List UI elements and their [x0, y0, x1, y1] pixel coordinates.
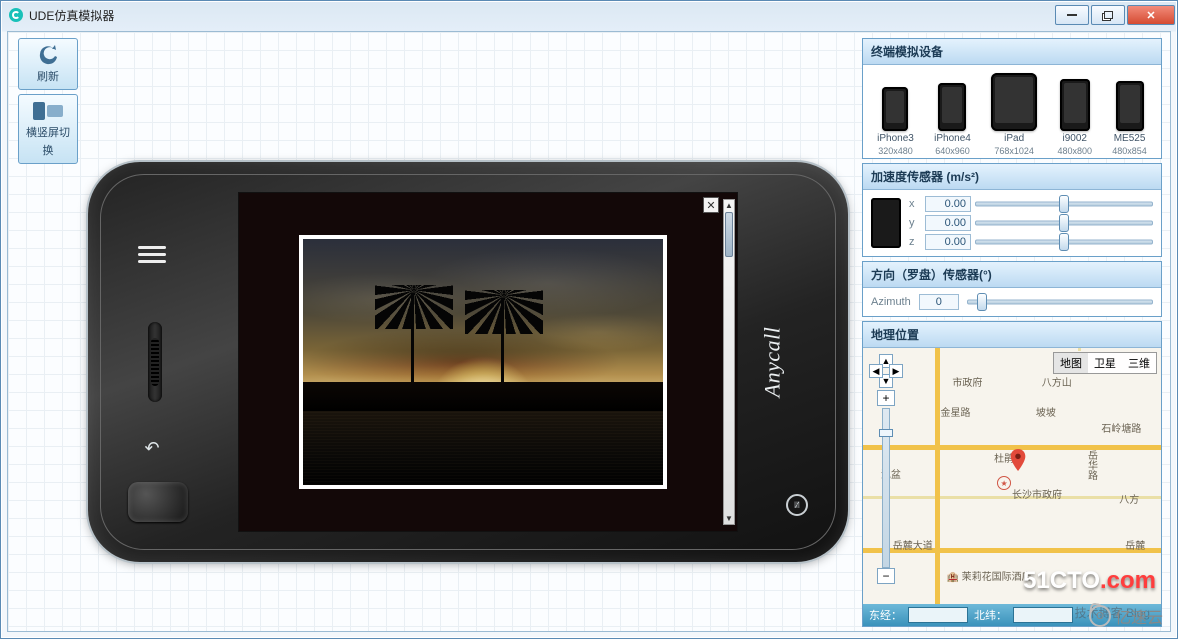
device-label: iPhone3	[877, 133, 914, 144]
map-label: 坡坡	[1036, 404, 1056, 419]
compass-pane: 方向（罗盘）传感器(°) Azimuth 0	[862, 261, 1162, 317]
device-i9002[interactable]: i9002 480x800	[1057, 79, 1092, 156]
window-minimize-button[interactable]	[1055, 5, 1089, 25]
tablet-icon	[991, 73, 1037, 131]
device-ipad[interactable]: iPad 768x1024	[991, 73, 1037, 156]
map-canvas[interactable]: 金星路 坡坡 石岭塘路 杜鹃路 泥盆 岳华路 岳麓大道 岳麓 市政府 八方山 八…	[863, 348, 1161, 604]
zoom-out-button[interactable]: −	[877, 568, 895, 584]
device-res: 480x854	[1112, 146, 1147, 156]
pan-left-button[interactable]: ◀	[869, 364, 883, 378]
phone-mock: ↶ Anycall ꖦ ✕ ▲ ▼	[88, 162, 848, 562]
device-label: iPad	[1004, 133, 1024, 144]
phone-icon	[1060, 79, 1090, 131]
scroll-thumb[interactable]	[725, 212, 733, 257]
phone-icon	[882, 87, 908, 131]
zoom-slider[interactable]	[882, 408, 890, 568]
accel-y-value: 0.00	[925, 215, 971, 231]
app-icon	[9, 8, 23, 22]
device-res: 320x480	[878, 146, 913, 156]
compass-title: 方向（罗盘）传感器(°)	[863, 262, 1161, 288]
accel-z-slider[interactable]	[975, 236, 1153, 248]
geo-title: 地理位置	[863, 322, 1161, 348]
phone-logo-icon: ꖦ	[786, 494, 808, 516]
lng-label: 东经：	[869, 607, 902, 623]
accel-x-value: 0.00	[925, 196, 971, 212]
refresh-label: 刷新	[37, 71, 59, 83]
map-label: 市政府	[952, 374, 982, 389]
geo-pane: 地理位置 金星路 坡坡 石岭塘路 杜鹃路 泥盆 岳华路 岳麓大	[862, 321, 1162, 627]
phone-back-button[interactable]: ↶	[138, 434, 166, 462]
map-label: 长沙市政府	[1012, 486, 1062, 501]
lat-label: 北纬：	[974, 607, 1007, 623]
device-label: iPhone4	[934, 133, 971, 144]
compass-label: Azimuth	[871, 296, 911, 308]
map-label: 岳华路	[1084, 450, 1099, 480]
toolbar: 刷新 横竖屏切换	[18, 38, 78, 164]
workspace: 刷新 横竖屏切换 ↶ Anycall ꖦ ✕	[7, 31, 1171, 632]
map-tab-map[interactable]: 地图	[1054, 353, 1088, 373]
device-res: 640x960	[935, 146, 970, 156]
map-label: 🏨 茉莉花国际酒店	[946, 568, 1031, 583]
refresh-button[interactable]: 刷新	[18, 38, 78, 90]
accel-device-icon	[871, 198, 901, 248]
device-res: 480x800	[1057, 146, 1092, 156]
window-close-button[interactable]: ✕	[1127, 5, 1175, 25]
compass-value: 0	[919, 294, 959, 310]
device-me525[interactable]: ME525 480x854	[1112, 81, 1147, 156]
map-zoom-control: ▲ ▼ ◀ ▶ + −	[869, 354, 903, 586]
phone-home-button[interactable]	[128, 482, 188, 522]
map-label: 石岭塘路	[1101, 420, 1141, 435]
phone-brand: Anycall	[760, 327, 786, 398]
right-panel: 终端模拟设备 iPhone3 320x480 iPhone4 640x960 iPa…	[862, 38, 1162, 627]
map-tab-sat[interactable]: 卫星	[1088, 353, 1122, 373]
map-type-tabs: 地图 卫星 三维	[1053, 352, 1157, 374]
devices-pane: 终端模拟设备 iPhone3 320x480 iPhone4 640x960 iPa…	[862, 38, 1162, 159]
device-label: ME525	[1114, 133, 1146, 144]
app-title: UDE仿真模拟器	[29, 7, 114, 24]
zoom-in-button[interactable]: +	[877, 390, 895, 406]
accel-z-value: 0.00	[925, 234, 971, 250]
map-pin-icon	[1007, 449, 1029, 471]
phone-earpiece	[148, 322, 162, 402]
accel-title: 加速度传感器 (m/s²)	[863, 164, 1161, 190]
device-iphone4[interactable]: iPhone4 640x960	[934, 83, 971, 156]
map-label: 八方山	[1042, 374, 1072, 389]
phone-icon	[938, 83, 966, 131]
map-label: 岳麓	[1125, 537, 1145, 552]
accel-y-label: y	[909, 217, 921, 229]
accel-x-slider[interactable]	[975, 198, 1153, 210]
lat-input[interactable]	[1013, 607, 1073, 623]
photo-preview	[299, 235, 667, 489]
map-tab-3d[interactable]: 三维	[1122, 353, 1156, 373]
scrollbar[interactable]: ▲ ▼	[723, 199, 735, 525]
map-label: 八方	[1119, 491, 1139, 506]
titlebar: UDE仿真模拟器 ✕	[1, 1, 1177, 29]
photo-close-button[interactable]: ✕	[703, 197, 719, 213]
gov-marker-icon	[997, 476, 1011, 490]
devices-title: 终端模拟设备	[863, 39, 1161, 65]
accel-pane: 加速度传感器 (m/s²) x 0.00 y 0.00 z 0.00	[862, 163, 1162, 257]
rotate-button[interactable]: 横竖屏切换	[18, 94, 78, 164]
geo-footer: 东经： 北纬：	[863, 604, 1161, 626]
accel-z-label: z	[909, 236, 921, 248]
accel-x-label: x	[909, 198, 921, 210]
device-label: i9002	[1062, 133, 1086, 144]
app-window: UDE仿真模拟器 ✕ 刷新 横竖屏切换 ↶ Anycall ꖦ	[0, 0, 1178, 639]
scroll-down-button[interactable]: ▼	[725, 513, 733, 524]
lng-input[interactable]	[908, 607, 968, 623]
rotate-icon	[31, 99, 65, 121]
scroll-up-button[interactable]: ▲	[725, 200, 733, 211]
phone-icon	[1116, 81, 1144, 131]
phone-menu-button[interactable]	[138, 242, 166, 266]
rotate-label: 横竖屏切换	[26, 127, 70, 157]
refresh-icon	[33, 43, 63, 65]
pan-right-button[interactable]: ▶	[889, 364, 903, 378]
accel-y-slider[interactable]	[975, 217, 1153, 229]
device-res: 768x1024	[994, 146, 1034, 156]
window-maximize-button[interactable]	[1091, 5, 1125, 25]
device-iphone3[interactable]: iPhone3 320x480	[877, 87, 914, 156]
compass-slider[interactable]	[967, 296, 1153, 308]
map-label: 金星路	[940, 404, 970, 419]
phone-screen[interactable]: ✕ ▲ ▼	[238, 192, 738, 532]
